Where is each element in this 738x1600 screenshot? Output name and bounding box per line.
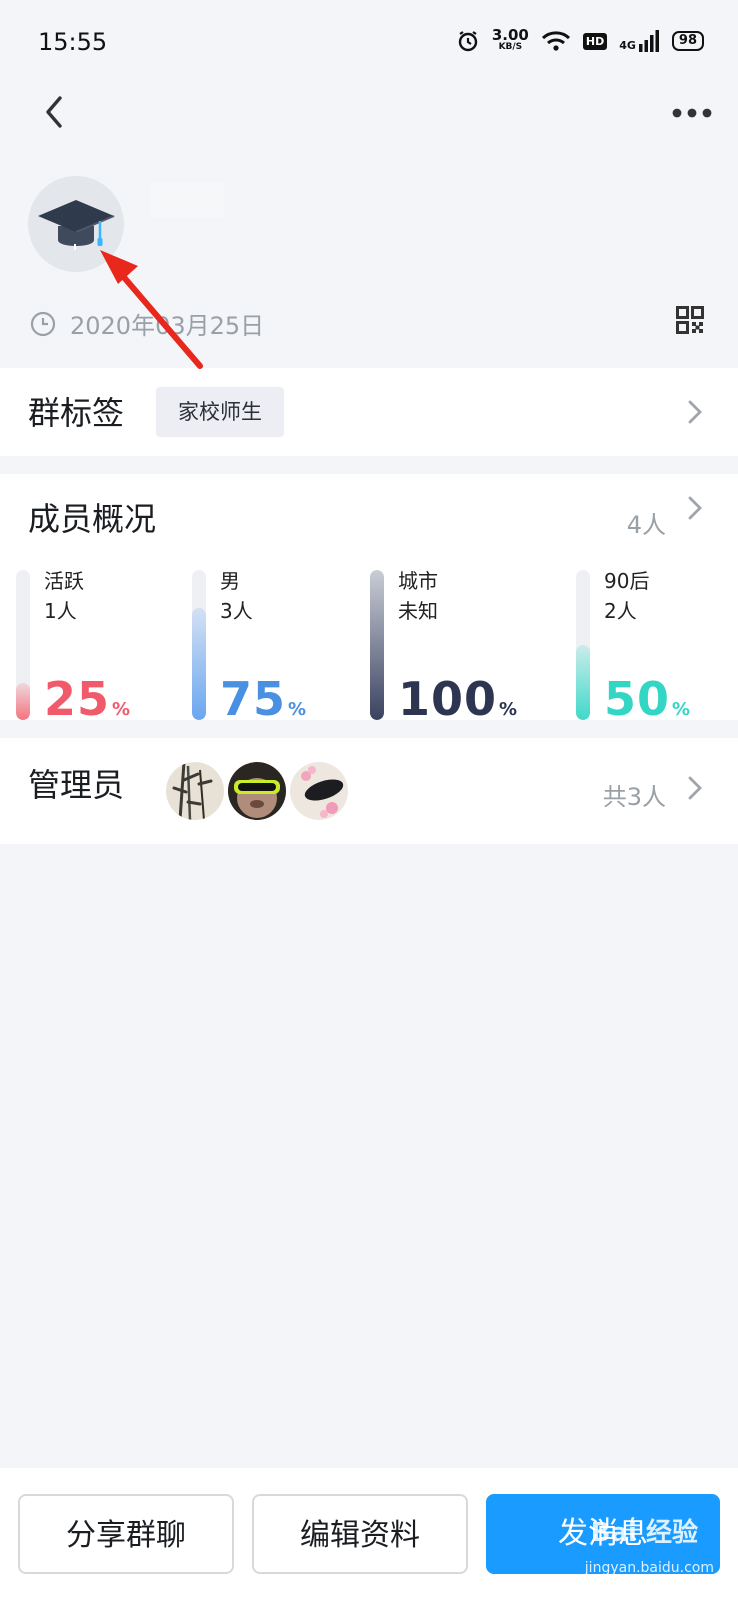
graduation-cap-icon xyxy=(38,200,115,250)
stat-value: 1人 xyxy=(44,599,77,623)
edit-profile-button[interactable]: 编辑资料 xyxy=(252,1494,468,1574)
admins-title: 管理员 xyxy=(28,766,125,804)
watermark: Bai 经验 xyxy=(590,1518,698,1548)
stat-percent: 75% xyxy=(220,672,308,726)
stat-bar-fill xyxy=(370,570,384,720)
stat-label: 男 xyxy=(220,569,240,593)
watermark-url: jingyan.baidu.com xyxy=(584,1560,714,1576)
stat-value: 3人 xyxy=(220,599,253,623)
battery-icon: 98 xyxy=(671,31,704,51)
member-count: 4人 xyxy=(626,511,666,539)
admin-avatar-goggles xyxy=(228,762,286,820)
chevron-left-icon xyxy=(46,96,62,128)
created-date: 2020年03月25日 xyxy=(70,312,265,340)
group-tags-title: 群标签 xyxy=(28,394,125,432)
status-icons: 3.00 KB/S HD 4G 98 xyxy=(456,24,704,58)
admin-avatar-flower xyxy=(290,762,348,820)
members-title: 成员概况 xyxy=(28,500,157,538)
stat-bar-track xyxy=(370,570,384,720)
group-avatar[interactable] xyxy=(28,176,124,272)
group-name-redacted xyxy=(150,182,224,218)
qr-code-button[interactable] xyxy=(676,306,704,334)
share-group-button[interactable]: 分享群聊 xyxy=(18,1494,234,1574)
back-button[interactable] xyxy=(36,92,76,132)
qr-code-icon xyxy=(676,306,704,334)
admin-avatar-bamboo xyxy=(166,762,224,820)
chevron-right-icon xyxy=(688,776,702,800)
stat-bar-fill xyxy=(192,607,206,720)
stat-percent: 100% xyxy=(398,672,519,726)
stat-bar-track xyxy=(16,570,30,720)
stat-percent: 25% xyxy=(44,672,132,726)
stat-value: 2人 xyxy=(604,599,637,623)
chevron-right-icon xyxy=(688,496,702,520)
hd-badge: HD xyxy=(582,32,608,50)
stat-label: 活跃 xyxy=(44,569,84,593)
net-speed: 3.00 KB/S xyxy=(491,26,529,53)
stat-bar-track xyxy=(192,570,206,720)
stat-value: 未知 xyxy=(398,599,438,623)
chevron-right-icon xyxy=(688,400,702,424)
more-dots-icon xyxy=(672,108,712,118)
stat-bar-track xyxy=(576,570,590,720)
stat-bar-fill xyxy=(576,645,590,720)
alarm-icon xyxy=(458,31,478,52)
signal-icon: 4G xyxy=(619,30,660,52)
stat-label: 城市 xyxy=(398,569,438,593)
created-date-row: 2020年03月25日 xyxy=(30,306,264,341)
stat-percent: 50% xyxy=(604,672,692,726)
more-button[interactable] xyxy=(668,95,716,131)
status-time: 15:55 xyxy=(38,28,108,56)
stat-label: 90后 xyxy=(604,569,650,593)
tag-chip: 家校师生 xyxy=(156,387,284,437)
stat-bar-fill xyxy=(16,682,30,720)
clock-icon xyxy=(30,311,56,336)
admin-total: 共3人 xyxy=(602,783,666,811)
wifi-icon xyxy=(541,31,570,51)
